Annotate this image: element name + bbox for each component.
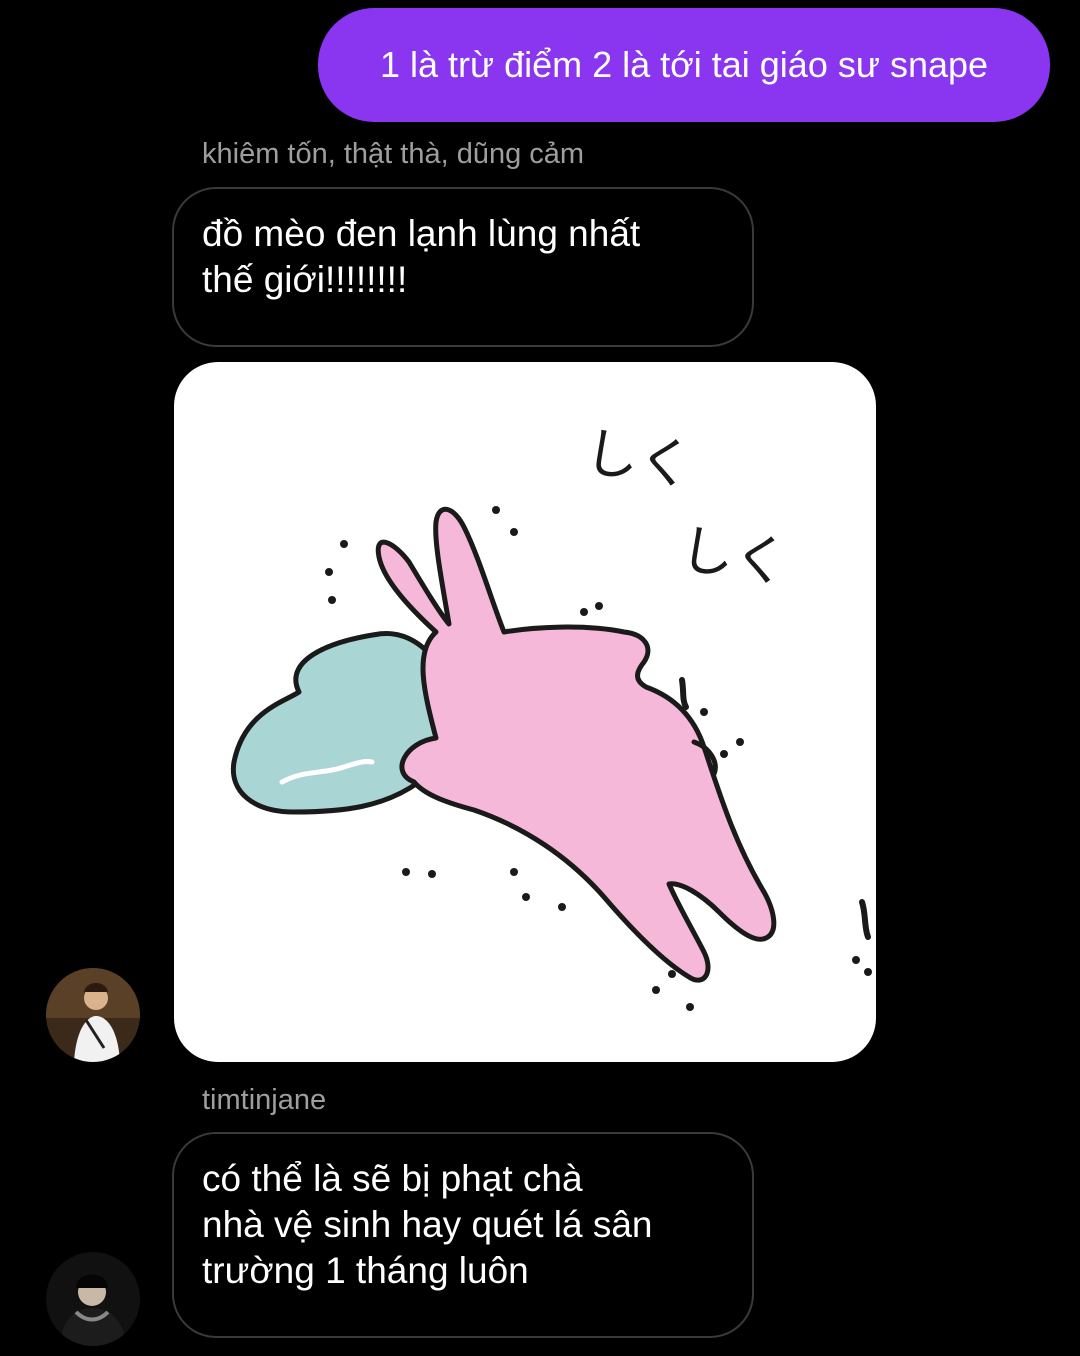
chat-screen: 1 là trừ điểm 2 là tới tai giáo sư snape…	[0, 0, 1080, 1356]
message-line: có thể là sẽ bị phạt chà	[202, 1158, 583, 1199]
sender-avatar[interactable]	[46, 968, 140, 1062]
outgoing-message-text: 1 là trừ điểm 2 là tới tai giáo sư snape	[379, 44, 989, 85]
outgoing-message-bubble[interactable]: 1 là trừ điểm 2 là tới tai giáo sư snape	[318, 8, 1050, 122]
message-line: thế giới!!!!!!!!	[202, 259, 408, 300]
sender-name: khiêm tốn, thật thà, dũng cảm	[202, 138, 585, 170]
sender-name: timtinjane	[202, 1084, 327, 1116]
incoming-message-bubble[interactable]: có thể là sẽ bị phạt chà nhà vệ sinh hay…	[172, 1132, 754, 1338]
sfx-text-top: しく	[581, 420, 697, 497]
message-line: đồ mèo đen lạnh lùng nhất	[202, 213, 641, 254]
incoming-message-bubble[interactable]: đồ mèo đen lạnh lùng nhất thế giới!!!!!!…	[172, 187, 754, 347]
rabbit-sticker-illustration: しく しく	[230, 420, 872, 1011]
sender-avatar[interactable]	[46, 1252, 140, 1346]
message-line: nhà vệ sinh hay quét lá sân	[202, 1204, 653, 1245]
message-line: trường 1 tháng luôn	[202, 1250, 529, 1291]
sticker-image[interactable]: しく しく	[174, 362, 876, 1062]
sfx-text-right: しく	[676, 518, 792, 595]
